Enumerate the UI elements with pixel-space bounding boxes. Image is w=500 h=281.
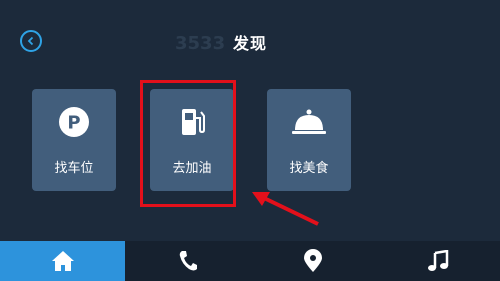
find-parking-card[interactable]: P 找车位 (32, 89, 116, 191)
nav-home[interactable] (0, 241, 125, 281)
home-icon (51, 251, 74, 271)
annotation-arrow (252, 192, 319, 226)
phone-icon (179, 251, 197, 271)
map-pin-icon (303, 249, 322, 272)
card-label: 找车位 (54, 161, 94, 176)
nav-map[interactable] (250, 241, 375, 281)
find-food-card[interactable]: 找美食 (267, 89, 351, 191)
page-title: 发现 (232, 34, 267, 53)
card-label: 找美食 (289, 161, 329, 176)
app-screen: 发现 P 找车位 去加油 找美食 3533 3533 (0, 0, 500, 281)
svg-text:P: P (67, 113, 80, 134)
nav-music[interactable] (375, 241, 500, 281)
highlight-box (140, 80, 236, 207)
nav-phone[interactable] (125, 241, 250, 281)
parking-icon: P (59, 107, 89, 137)
food-cloche-icon (292, 109, 326, 134)
music-icon (427, 250, 448, 271)
bottom-nav (0, 241, 500, 281)
